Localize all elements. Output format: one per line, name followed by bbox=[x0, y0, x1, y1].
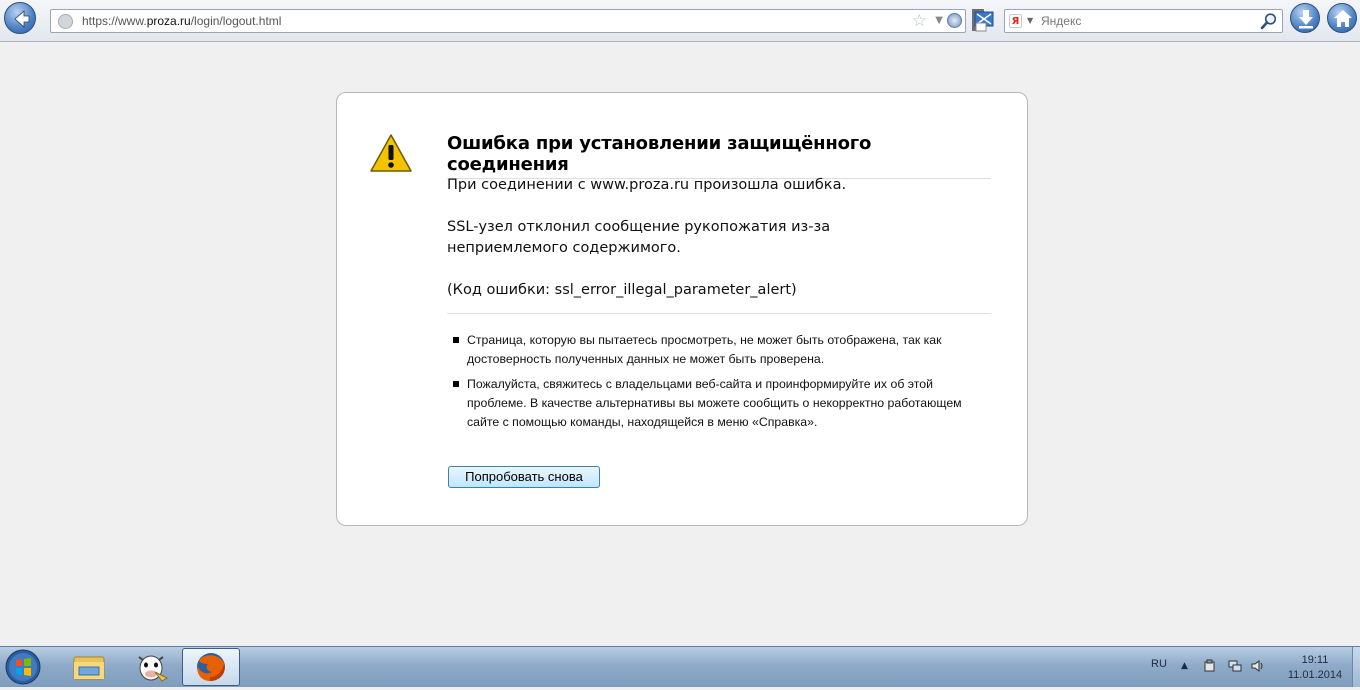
download-icon bbox=[1299, 10, 1313, 29]
list-item-text: Страница, которую вы пытаетесь просмотре… bbox=[467, 333, 942, 366]
url-path: /login/logout.html bbox=[190, 14, 282, 28]
clock-date: 11.01.2014 bbox=[1287, 669, 1343, 681]
retry-button[interactable]: Попробовать снова bbox=[448, 466, 600, 488]
home-icon bbox=[1334, 10, 1352, 27]
error-code: (Код ошибки: ssl_error_illegal_parameter… bbox=[447, 282, 797, 298]
volume-icon[interactable] bbox=[1251, 659, 1265, 673]
safely-remove-icon[interactable] bbox=[1203, 659, 1217, 673]
divider bbox=[447, 313, 991, 314]
error-page: Ошибка при установлении защищённого соед… bbox=[336, 92, 1028, 526]
chevron-down-icon[interactable]: ▼ bbox=[935, 13, 943, 29]
bullet-icon bbox=[453, 337, 459, 343]
search-input[interactable]: Яндекс bbox=[1041, 14, 1081, 28]
firefox-icon bbox=[197, 653, 225, 681]
warning-icon bbox=[370, 134, 412, 172]
url-domain: proza.ru bbox=[146, 14, 191, 28]
network-icon[interactable] bbox=[1228, 659, 1242, 673]
info-list: Страница, которую вы пытаетесь просмотре… bbox=[453, 331, 963, 438]
cow-icon bbox=[138, 655, 169, 682]
home-button[interactable] bbox=[1327, 3, 1357, 33]
list-item: Пожалуйста, свяжитесь с владельцами веб-… bbox=[453, 375, 963, 432]
clock[interactable]: 19:11 11.01.2014 bbox=[1283, 653, 1347, 683]
folder-icon bbox=[73, 656, 105, 680]
list-item: Страница, которую вы пытаетесь просмотре… bbox=[453, 331, 963, 369]
taskbar-explorer[interactable] bbox=[60, 648, 118, 686]
show-desktop-button[interactable] bbox=[1352, 647, 1360, 687]
error-description: При соединении с www.proza.ru произошла … bbox=[447, 175, 947, 322]
clock-time: 19:11 bbox=[1301, 654, 1329, 666]
error-line-connection: При соединении с www.proza.ru произошла … bbox=[447, 177, 847, 193]
star-icon[interactable]: ☆ bbox=[912, 11, 927, 31]
taskbar: RU ▲ 19:11 11.01.2014 bbox=[0, 646, 1360, 687]
back-button[interactable] bbox=[4, 2, 36, 34]
reload-icon[interactable] bbox=[947, 13, 962, 28]
address-bar[interactable]: https://www.proza.ru/login/logout.html ☆… bbox=[50, 9, 966, 33]
browser-toolbar: https://www.proza.ru/login/logout.html ☆… bbox=[0, 0, 1360, 42]
url-prefix: https://www. bbox=[82, 14, 147, 28]
magnifier-icon[interactable] bbox=[1260, 12, 1278, 30]
download-button[interactable] bbox=[1290, 3, 1320, 33]
error-line-ssl: SSL-узел отклонил сообщение рукопожатия … bbox=[447, 219, 831, 256]
list-item-text: Пожалуйста, свяжитесь с владельцами веб-… bbox=[467, 377, 962, 429]
search-engine-dropdown-icon[interactable]: ▼ bbox=[1027, 13, 1033, 29]
back-arrow-icon bbox=[14, 10, 30, 28]
yandex-logo-icon[interactable]: Я bbox=[1009, 14, 1022, 28]
taskbar-firefox[interactable] bbox=[182, 648, 240, 686]
tray-expand-icon[interactable]: ▲ bbox=[1181, 661, 1188, 671]
search-bar[interactable]: Я ▼ Яндекс bbox=[1004, 9, 1283, 33]
url-text[interactable]: https://www.proza.ru/login/logout.html bbox=[82, 14, 281, 28]
web-slices-icon[interactable] bbox=[972, 5, 996, 33]
language-indicator[interactable]: RU bbox=[1151, 658, 1167, 670]
bullet-icon bbox=[453, 381, 459, 387]
start-button[interactable] bbox=[3, 648, 43, 686]
taskbar-app-cow[interactable] bbox=[122, 648, 180, 686]
error-title: Ошибка при установлении защищённого соед… bbox=[447, 133, 991, 179]
globe-icon bbox=[58, 14, 73, 29]
